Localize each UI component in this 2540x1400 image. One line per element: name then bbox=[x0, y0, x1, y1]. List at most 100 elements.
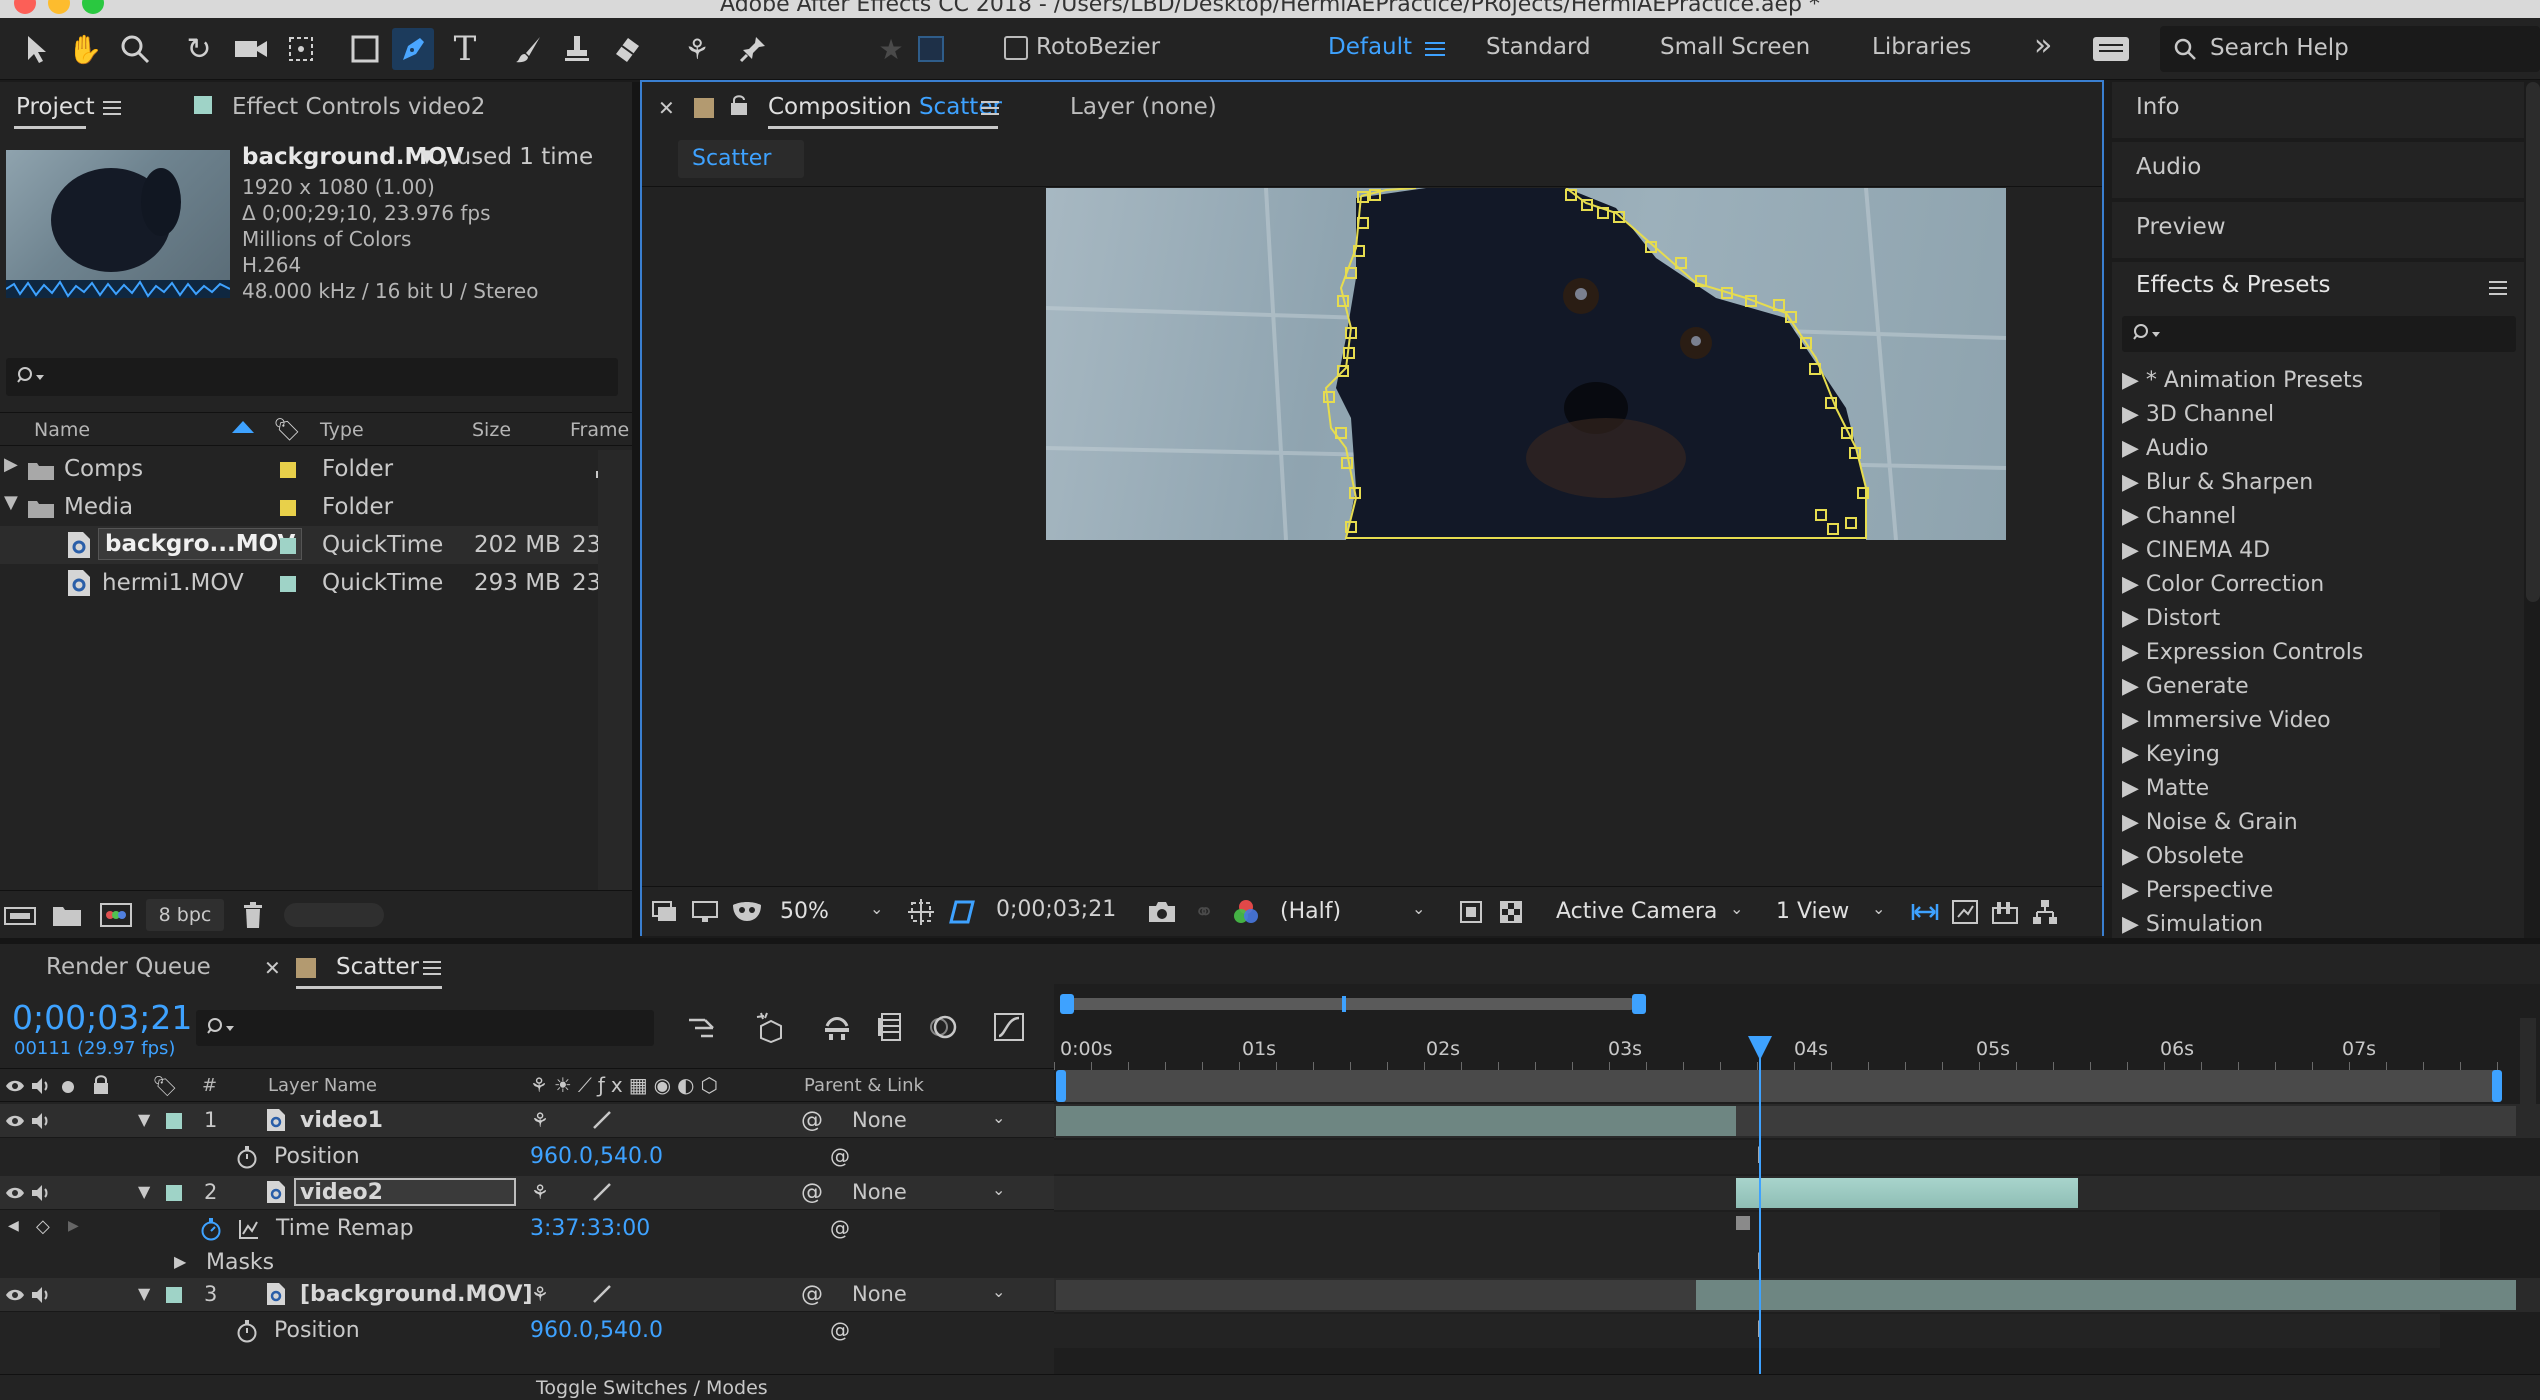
layer-row-1[interactable]: ▼ 1 video1 ⚘ @ None ⌄ bbox=[0, 1104, 1054, 1138]
property-value[interactable]: 3:37:33:00 bbox=[530, 1216, 650, 1241]
label-swatch[interactable] bbox=[166, 1185, 182, 1201]
motion-blur-icon[interactable] bbox=[924, 1008, 962, 1046]
comp-breadcrumb[interactable]: Scatter bbox=[678, 140, 804, 178]
new-folder-icon[interactable] bbox=[50, 901, 84, 929]
table-row[interactable]: ▶ Comps Folder bbox=[0, 450, 620, 488]
tab-composition[interactable]: Composition Scatter bbox=[768, 94, 1002, 120]
solo-icon[interactable] bbox=[62, 1081, 74, 1093]
list-item[interactable]: ▶ Noise & Grain bbox=[2122, 810, 2298, 835]
current-time-display[interactable]: 0;00;03;21 bbox=[12, 998, 192, 1037]
pick-whip-icon[interactable]: @ bbox=[800, 1282, 824, 1307]
workspace-menu-icon[interactable] bbox=[1420, 30, 1450, 68]
tab-scatter-timeline[interactable]: Scatter bbox=[336, 954, 419, 980]
workspace-default[interactable]: Default bbox=[1328, 34, 1412, 60]
stopwatch-icon[interactable] bbox=[234, 1144, 260, 1170]
panel-menu-icon[interactable] bbox=[420, 956, 444, 980]
pan-behind-tool-icon[interactable] bbox=[282, 30, 320, 68]
mask-path[interactable] bbox=[1046, 188, 2006, 540]
lock-icon[interactable] bbox=[728, 92, 750, 118]
camera-tool-icon[interactable] bbox=[230, 30, 272, 68]
list-item[interactable]: ▶ 3D Channel bbox=[2122, 402, 2274, 427]
navigator-bar[interactable] bbox=[1066, 998, 1636, 1010]
view-layout-dropdown[interactable]: 1 View ⌄ bbox=[1768, 895, 1892, 929]
list-item[interactable]: ▶ Obsolete bbox=[2122, 844, 2244, 869]
project-search-input[interactable] bbox=[6, 358, 618, 396]
work-area-navigator[interactable] bbox=[1060, 990, 2510, 1018]
column-name[interactable]: Name bbox=[34, 419, 90, 441]
expression-icon[interactable]: @ bbox=[828, 1144, 852, 1168]
bit-depth-button[interactable]: 8 bpc bbox=[146, 899, 224, 931]
shy-switch-icon[interactable]: ⚘ bbox=[528, 1108, 552, 1132]
list-item[interactable]: ▶ Color Correction bbox=[2122, 572, 2324, 597]
snapshot-camera-icon[interactable] bbox=[1144, 895, 1180, 929]
layer-bar-video2[interactable] bbox=[1736, 1178, 2078, 1208]
expand-triangle-icon[interactable]: ▶ bbox=[174, 1252, 186, 1271]
workspace-overflow-button[interactable]: » bbox=[2034, 28, 2052, 63]
label-column-icon[interactable]: 🏷 bbox=[273, 417, 301, 443]
expression-icon[interactable]: @ bbox=[828, 1318, 852, 1342]
toggle-switches-modes[interactable]: Toggle Switches / Modes bbox=[536, 1377, 768, 1399]
list-item[interactable]: ▶ Keying bbox=[2122, 742, 2220, 767]
panel-menu-icon[interactable] bbox=[100, 96, 124, 120]
table-row[interactable]: hermi1.MOV QuickTime 293 MB 23 bbox=[0, 564, 610, 602]
new-composition-icon[interactable] bbox=[98, 901, 134, 929]
layer-bar-background-trimmed[interactable] bbox=[1056, 1280, 1696, 1310]
collapse-triangle-icon[interactable]: ▼ bbox=[138, 1110, 150, 1129]
navigator-start-handle[interactable] bbox=[1060, 994, 1074, 1014]
effects-search-input[interactable] bbox=[2122, 316, 2516, 352]
close-tab-icon[interactable]: ✕ bbox=[264, 956, 281, 980]
graph-editor-icon[interactable] bbox=[990, 1008, 1028, 1046]
tab-render-queue[interactable]: Render Queue bbox=[46, 954, 211, 980]
sync-settings-icon[interactable] bbox=[2090, 32, 2132, 66]
zoom-tool-icon[interactable] bbox=[116, 30, 154, 68]
workspace-standard[interactable]: Standard bbox=[1486, 34, 1591, 60]
parent-dropdown[interactable]: None ⌄ bbox=[846, 1106, 1016, 1136]
composition-viewer[interactable] bbox=[1046, 188, 2006, 540]
shy-layers-icon[interactable] bbox=[818, 1008, 856, 1046]
quality-switch-icon[interactable] bbox=[590, 1108, 614, 1132]
label-swatch[interactable] bbox=[280, 500, 296, 516]
tab-project[interactable]: Project bbox=[16, 94, 95, 120]
video-visibility-icon[interactable] bbox=[4, 1110, 26, 1132]
timeline-zoom-handle[interactable] bbox=[2520, 1018, 2536, 1108]
list-item[interactable]: ▶ CINEMA 4D bbox=[2122, 538, 2270, 563]
list-item[interactable]: ▶ Distort bbox=[2122, 606, 2220, 631]
audio-panel-header[interactable]: Audio bbox=[2112, 142, 2524, 198]
type-tool-icon[interactable]: T bbox=[446, 29, 484, 69]
layer-row-3[interactable]: ▼ 3 [background.MOV] ⚘ @ None ⌄ bbox=[0, 1278, 1054, 1312]
timeline-link-icon[interactable] bbox=[1988, 895, 2022, 929]
workspace-small-screen[interactable]: Small Screen bbox=[1660, 34, 1810, 60]
toggle-pixel-aspect-icon[interactable] bbox=[1908, 895, 1942, 929]
close-tab-icon[interactable]: ✕ bbox=[658, 96, 675, 120]
video-visibility-icon[interactable] bbox=[4, 1182, 26, 1204]
video-visibility-icon[interactable] bbox=[4, 1075, 26, 1097]
list-item[interactable]: ▶ Perspective bbox=[2122, 878, 2273, 903]
right-panel-scrollbar[interactable] bbox=[2526, 82, 2540, 602]
layer-bar-video1-trimmed[interactable] bbox=[1736, 1106, 2516, 1136]
list-item[interactable]: ▶ * Animation Presets bbox=[2122, 368, 2363, 393]
always-preview-icon[interactable] bbox=[648, 895, 682, 929]
table-row[interactable]: ▼ Media Folder bbox=[0, 488, 610, 526]
thumbnail-zoom-slider[interactable] bbox=[284, 903, 384, 927]
video-visibility-icon[interactable] bbox=[4, 1284, 26, 1306]
property-value[interactable]: 960.0,540.0 bbox=[530, 1318, 663, 1343]
search-help-field[interactable]: Search Help bbox=[2160, 26, 2540, 72]
expand-triangle-icon[interactable]: ▶ bbox=[4, 454, 18, 475]
viewer-timecode[interactable]: 0;00;03;21 bbox=[996, 897, 1116, 922]
audio-speaker-icon[interactable] bbox=[30, 1110, 52, 1132]
rotate-tool-icon[interactable]: ↻ bbox=[180, 30, 218, 68]
playhead-handle[interactable] bbox=[1748, 1036, 1772, 1060]
clone-stamp-tool-icon[interactable] bbox=[558, 30, 596, 68]
comp-mini-flowchart-icon[interactable] bbox=[684, 1010, 720, 1046]
toggle-mask-path-icon[interactable] bbox=[942, 893, 980, 931]
table-row[interactable]: backgro...MOV QuickTime 202 MB 23 bbox=[0, 526, 610, 564]
collapse-triangle-icon[interactable]: ▼ bbox=[4, 492, 18, 513]
column-size[interactable]: Size bbox=[472, 419, 511, 441]
frame-blending-icon[interactable] bbox=[872, 1008, 910, 1046]
stopwatch-icon[interactable] bbox=[234, 1318, 260, 1344]
tab-effect-controls[interactable]: Effect Controls video2 bbox=[232, 94, 485, 120]
add-keyframe-icon[interactable]: ◇ bbox=[36, 1216, 50, 1237]
interpret-footage-icon[interactable] bbox=[2, 901, 38, 929]
label-column-icon[interactable]: 🏷 bbox=[150, 1073, 180, 1099]
region-of-interest-icon[interactable] bbox=[904, 895, 938, 929]
